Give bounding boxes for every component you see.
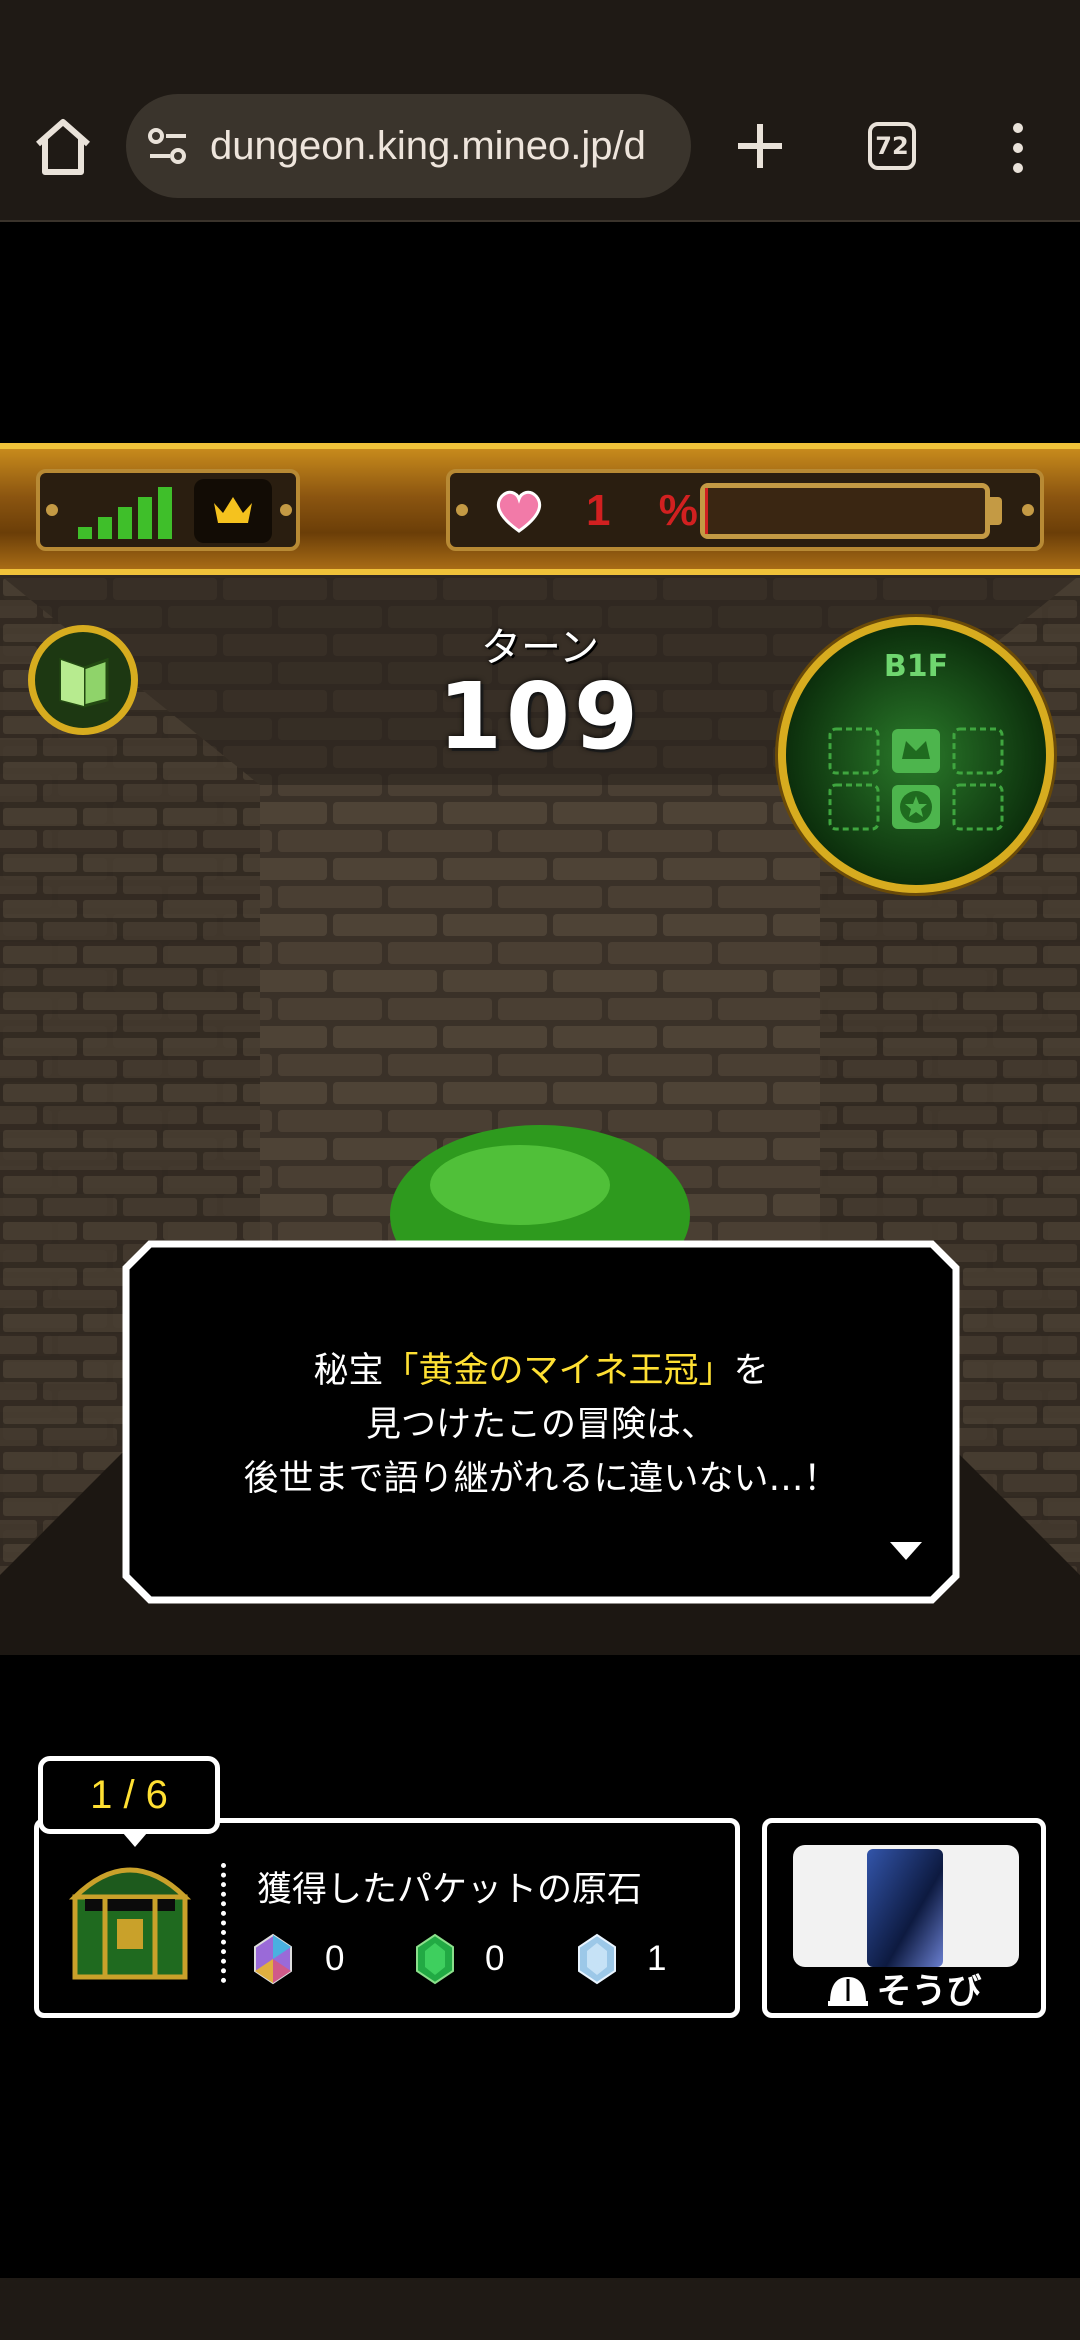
hp-percent: 1 % (586, 486, 716, 535)
hp-battery-tip (990, 497, 1002, 525)
system-navigation-bar (0, 2278, 1080, 2340)
browser-toolbar: dungeon.king.mineo.jp/d 72 (0, 80, 1080, 222)
smartphone-image (867, 1849, 943, 1967)
hp-panel: 1 % (446, 469, 1044, 551)
dialog-line-1-suffix: を (733, 1351, 769, 1391)
equipment-image (793, 1845, 1019, 1967)
divider (221, 1863, 232, 1983)
blue-gem-count: 1 (647, 1939, 667, 1978)
tab-count-button[interactable]: 72 (868, 122, 916, 170)
rivet (280, 504, 292, 516)
turn-counter: 109 (437, 663, 643, 770)
crown-icon (214, 497, 252, 523)
dialog-next-arrow-icon[interactable] (890, 1542, 922, 1560)
hp-battery (700, 483, 990, 539)
floor-label: B1F (883, 649, 949, 684)
url-text[interactable]: dungeon.king.mineo.jp/d (210, 94, 680, 198)
dialog-line-3: 後世まで語り継がれるに違いない…！ (243, 1459, 839, 1499)
new-tab-icon[interactable] (730, 116, 790, 176)
rainbow-gem-icon (254, 1933, 292, 1985)
book-icon (59, 657, 109, 708)
crown-slot (194, 479, 272, 543)
treasure-chest-icon (68, 1867, 192, 1980)
home-icon[interactable] (30, 114, 96, 180)
message-dialog[interactable]: 秘宝「黄金のマイネ王冠」を 見つけたこの冒険は、 後世まで語り継がれるに違いない… (122, 1240, 960, 1604)
guide-book-button[interactable] (28, 625, 138, 735)
green-gem-count: 0 (485, 1939, 505, 1978)
signal-strength-icon (78, 487, 172, 539)
minimap[interactable]: B1F (778, 617, 1054, 893)
helmet-icon (828, 1977, 869, 2006)
url-bar[interactable]: dungeon.king.mineo.jp/d (126, 94, 691, 198)
treasure-name: 「黄金のマイネ王冠」 (383, 1351, 734, 1391)
loot-panel[interactable]: 獲得したパケットの原石 0 0 1 (34, 1818, 740, 2018)
equipment-button[interactable]: そうび (762, 1818, 1046, 2018)
equipment-label: そうび (876, 1972, 982, 2012)
dialog-line-1-prefix: 秘宝 (313, 1351, 384, 1391)
hp-battery-fill (705, 488, 708, 534)
blue-gem-icon (578, 1933, 616, 1985)
site-settings-icon[interactable] (146, 124, 190, 168)
dialog-line-1: 秘宝「黄金のマイネ王冠」を (122, 1344, 960, 1398)
signal-panel (36, 469, 300, 551)
loot-title: 獲得したパケットの原石 (257, 1870, 643, 1910)
rainbow-gem-count: 0 (325, 1939, 345, 1978)
dialog-line-2: 見つけたこの冒険は、 (365, 1405, 716, 1445)
status-bar (0, 0, 1080, 80)
rivet (456, 504, 468, 516)
loot-page-indicator[interactable]: 1 / 6 (38, 1756, 220, 1847)
rivet (46, 504, 58, 516)
dialog-text: 秘宝「黄金のマイネ王冠」を 見つけたこの冒険は、 後世まで語り継がれるに違いない… (122, 1344, 960, 1506)
more-menu-icon[interactable] (1000, 118, 1036, 178)
equipment-label-row: そうび (767, 1963, 1041, 2014)
green-gem-icon (416, 1933, 454, 1985)
heart-icon (496, 490, 542, 533)
rivet (1022, 504, 1034, 516)
minimap-rooms (828, 727, 1004, 831)
game-hud: 1 % (0, 443, 1080, 575)
